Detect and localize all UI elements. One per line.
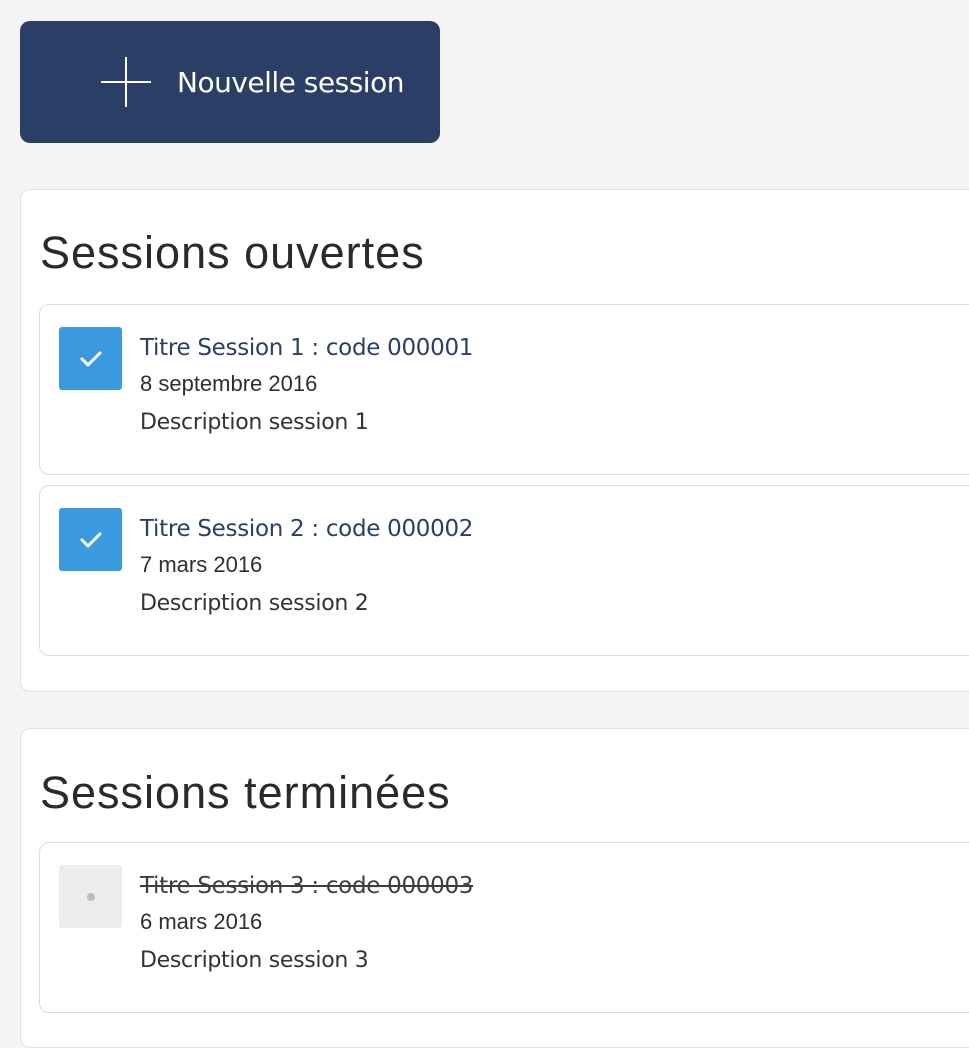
session-date: 7 mars 2016 <box>140 552 263 577</box>
open-sessions-panel: Sessions ouvertes Titre Session 1 : code… <box>20 189 969 692</box>
open-sessions-heading: Sessions ouvertes <box>40 227 425 278</box>
session-date: 6 mars 2016 <box>140 909 263 934</box>
session-checkbox[interactable] <box>59 327 122 390</box>
session-checkbox[interactable] <box>59 508 122 571</box>
session-date: 8 septembre 2016 <box>140 371 318 396</box>
session-card[interactable]: Titre Session 1 : code 000001 8 septembr… <box>39 304 969 475</box>
checkmark-icon <box>80 532 101 547</box>
session-title[interactable]: Titre Session 3 : code 000003 <box>140 869 473 903</box>
finished-sessions-panel: Sessions terminées Titre Session 3 : cod… <box>20 728 969 1048</box>
session-card[interactable]: Titre Session 3 : code 000003 6 mars 201… <box>39 842 969 1013</box>
checkmark-icon <box>80 351 101 366</box>
session-title[interactable]: Titre Session 2 : code 000002 <box>140 512 473 546</box>
session-description: Description session 2 <box>140 591 369 616</box>
session-description: Description session 3 <box>140 948 369 973</box>
finished-sessions-heading: Sessions terminées <box>40 767 451 818</box>
dot-icon <box>86 892 95 901</box>
session-checkbox[interactable] <box>59 865 122 928</box>
session-title[interactable]: Titre Session 1 : code 000001 <box>140 331 473 365</box>
session-description: Description session 1 <box>140 410 369 435</box>
session-card[interactable]: Titre Session 2 : code 000002 7 mars 201… <box>39 485 969 656</box>
new-session-label: Nouvelle session <box>177 65 404 99</box>
plus-icon <box>101 57 151 107</box>
new-session-button[interactable]: Nouvelle session <box>20 21 440 143</box>
